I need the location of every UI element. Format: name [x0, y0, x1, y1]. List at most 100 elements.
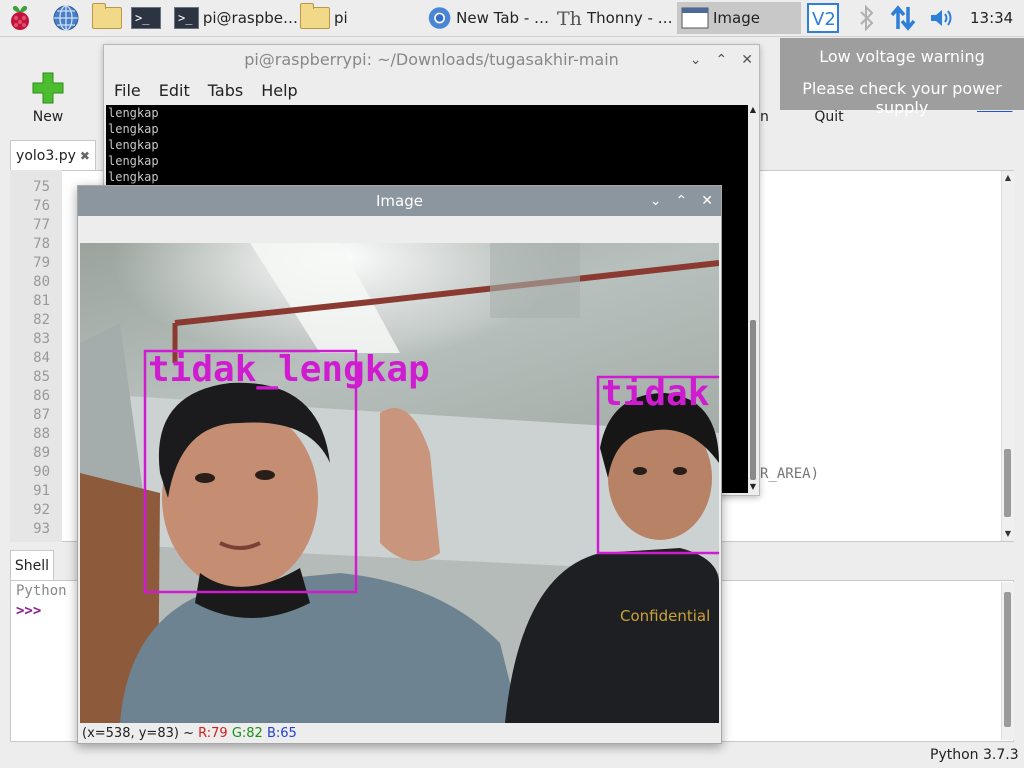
terminal-line: lengkap: [108, 122, 159, 136]
image-window[interactable]: Image ⌄ ⌃ ✕ Confidential tidak_lengkap t…: [77, 185, 722, 744]
folder-icon: [300, 3, 330, 29]
window-icon: [681, 7, 709, 29]
line-number: [10, 170, 62, 178]
shell-banner: Python: [16, 583, 67, 599]
close-tab-icon[interactable]: ✖: [80, 149, 90, 163]
terminal-line: lengkap: [108, 154, 159, 168]
terminal-scrollbar[interactable]: ▲ ▼: [748, 105, 758, 493]
terminal-window-controls: ⌄ ⌃ ✕: [690, 45, 753, 75]
line-number: 80: [33, 274, 50, 290]
editor-scroll-thumb[interactable]: [1004, 449, 1011, 517]
terminal-launcher-icon[interactable]: >_: [130, 4, 162, 32]
taskbar-window-label: Thonny - …: [587, 9, 673, 27]
image-window-title: Image: [78, 186, 721, 216]
line-number: 93: [33, 521, 50, 537]
vnc-icon[interactable]: V2: [806, 3, 840, 33]
red-value: R:79: [198, 726, 228, 741]
close-icon[interactable]: ✕: [701, 193, 713, 209]
image-window-controls: ⌄ ⌃ ✕: [650, 186, 713, 216]
editor-tab-label: yolo3.py: [16, 148, 76, 164]
editor-tab-yolo3[interactable]: yolo3.py ✖: [10, 140, 96, 171]
line-number: 83: [33, 331, 50, 347]
scroll-down-arrow-icon[interactable]: ▼: [748, 482, 758, 491]
clock[interactable]: 13:34: [970, 0, 1013, 36]
terminal-icon: >_: [174, 7, 199, 29]
terminal-menubar: File Edit Tabs Help: [104, 75, 759, 105]
line-number: 76: [33, 198, 50, 214]
camera-frame-scene: Confidential tidak_lengkap tidak: [80, 243, 719, 723]
notification-title: Low voltage warning: [819, 47, 985, 66]
status-bar: Python 3.7.3: [0, 744, 1024, 768]
tab-shell[interactable]: Shell: [10, 550, 54, 581]
menu-tabs[interactable]: Tabs: [208, 81, 243, 100]
editor-scrollbar[interactable]: ▲ ▼: [1001, 171, 1014, 541]
low-voltage-notification[interactable]: Low voltage warning Please check your po…: [780, 38, 1024, 117]
line-number: 85: [33, 369, 50, 385]
line-number: 82: [33, 312, 50, 328]
terminal-line: lengkap: [108, 170, 159, 184]
line-number: 92: [33, 502, 50, 518]
line-number: 84: [33, 350, 50, 366]
menu-help[interactable]: Help: [261, 81, 297, 100]
scroll-up-arrow-icon[interactable]: ▲: [1002, 173, 1014, 182]
minimize-chevron-icon[interactable]: ⌄: [690, 52, 702, 68]
new-button[interactable]: [28, 71, 68, 109]
menu-file[interactable]: File: [114, 81, 141, 100]
notification-body: Please check your power supply: [802, 79, 1002, 117]
taskbar-window-terminal[interactable]: >_ pi@raspbe…: [174, 2, 298, 34]
run-button-label: n: [760, 109, 769, 125]
line-number: 89: [33, 445, 50, 461]
terminal-title: pi@raspberrypi: ~/Downloads/tugasakhir-m…: [244, 50, 619, 69]
taskbar-window-thonny[interactable]: Th Thonny - …: [555, 2, 675, 34]
shell-scroll-thumb[interactable]: [1004, 592, 1011, 727]
line-number-gutter: 75 76 77 78 79 80 81 82 83 84 85 86 87 8…: [10, 170, 62, 542]
terminal-line: lengkap: [108, 106, 159, 120]
python-version: Python 3.7.3: [930, 747, 1019, 763]
scroll-down-arrow-icon[interactable]: ▼: [1002, 529, 1014, 538]
taskbar-window-folder[interactable]: pi: [300, 2, 420, 34]
file-manager-icon[interactable]: [91, 3, 123, 32]
maximize-chevron-icon[interactable]: ⌃: [716, 52, 728, 68]
shirt-print: Confidential: [620, 607, 710, 625]
svg-text:V2: V2: [812, 9, 836, 30]
volume-icon[interactable]: [928, 4, 956, 32]
line-number: 91: [33, 483, 50, 499]
line-number: 90: [33, 464, 50, 480]
line-number: 88: [33, 426, 50, 442]
line-number: 87: [33, 407, 50, 423]
maximize-chevron-icon[interactable]: ⌃: [676, 193, 688, 209]
detection-label: tidak_lengkap: [148, 349, 430, 390]
taskbar-window-chromium[interactable]: New Tab - …: [427, 2, 549, 34]
taskbar-window-label: pi: [334, 9, 348, 27]
terminal-scroll-thumb[interactable]: [750, 320, 756, 480]
minimize-chevron-icon[interactable]: ⌄: [650, 193, 662, 209]
menu-edit[interactable]: Edit: [159, 81, 190, 100]
thonny-icon: Th: [557, 8, 582, 30]
taskbar-window-label: New Tab - …: [456, 9, 549, 27]
camera-frame[interactable]: Confidential tidak_lengkap tidak: [80, 243, 719, 723]
line-number: 78: [33, 236, 50, 252]
web-browser-icon[interactable]: [52, 4, 80, 32]
taskbar-window-label: Image: [713, 9, 760, 27]
bluetooth-icon[interactable]: [853, 4, 881, 32]
green-value: G:82: [231, 726, 263, 741]
shell-prompt: >>>: [16, 603, 42, 619]
pixel-info-status: (x=538, y=83) ~ R:79 G:82 B:65: [82, 726, 712, 742]
image-toolbar: [78, 216, 721, 243]
chromium-icon: [428, 7, 451, 29]
close-icon[interactable]: ✕: [741, 52, 753, 68]
detection-label: tidak: [601, 373, 710, 414]
line-number: 75: [33, 179, 50, 195]
scroll-up-arrow-icon[interactable]: ▲: [748, 105, 758, 114]
raspberry-menu-icon[interactable]: [6, 4, 34, 32]
svg-text:Th: Th: [557, 8, 582, 30]
terminal-line: lengkap: [108, 138, 159, 152]
network-arrows-icon[interactable]: [889, 4, 917, 32]
taskbar-window-image[interactable]: Image: [677, 2, 801, 34]
taskbar-window-label: pi@raspbe…: [202, 9, 298, 27]
cursor-coords: (x=538, y=83) ~: [82, 726, 194, 741]
line-number: 86: [33, 388, 50, 404]
line-number: 81: [33, 293, 50, 309]
taskbar: >_ >_ pi@raspbe… pi New Tab - … Th Thonn…: [0, 0, 1024, 37]
shell-scrollbar[interactable]: [1001, 582, 1014, 740]
